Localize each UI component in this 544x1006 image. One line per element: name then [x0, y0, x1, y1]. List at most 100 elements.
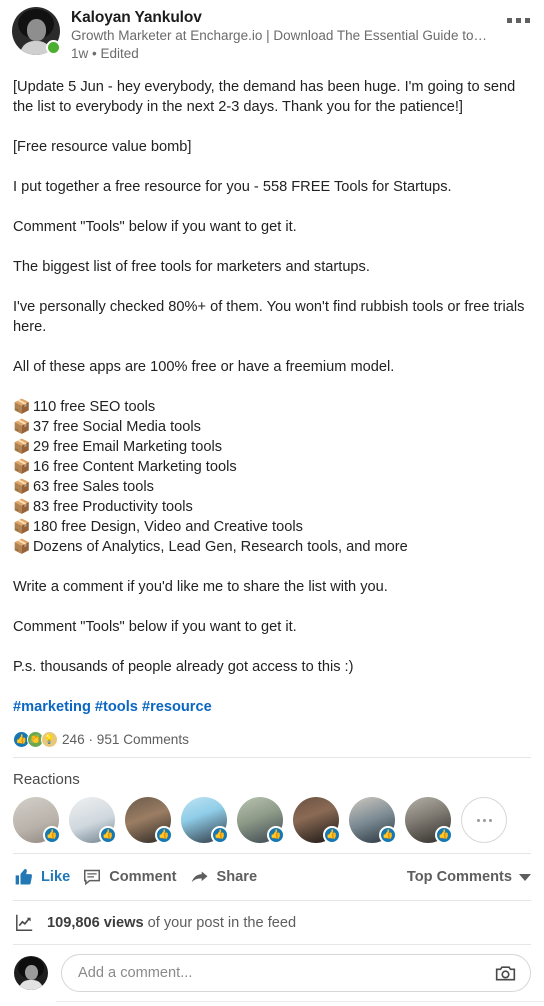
post-paragraph: I put together a free resource for you -…: [13, 179, 452, 195]
package-icon: 📦: [13, 439, 31, 455]
reactor-avatar[interactable]: 👍: [349, 797, 397, 844]
add-comment-row: Add a comment...: [0, 945, 544, 1001]
author-name[interactable]: Kaloyan Yankulov: [71, 8, 490, 27]
online-status-indicator: [46, 40, 61, 55]
author-avatar[interactable]: [12, 7, 61, 55]
like-badge-icon: 👍: [267, 826, 285, 844]
linkedin-post-card: Kaloyan Yankulov Growth Marketer at Ench…: [0, 0, 544, 1006]
list-item: 📦 16 free Content Marketing tools: [13, 457, 531, 477]
list-item-label: 29 free Email Marketing tools: [33, 439, 222, 455]
more-reactors-button[interactable]: [461, 797, 507, 843]
share-button[interactable]: Share: [185, 863, 266, 891]
list-item: 📦 180 free Design, Video and Creative to…: [13, 517, 531, 537]
post-paragraph: [Update 5 Jun - hey everybody, the deman…: [13, 79, 516, 115]
list-item-label: 83 free Productivity tools: [33, 499, 193, 515]
social-counts-bar: 👍 👏 💡 246 · 951 Comments: [0, 729, 544, 757]
list-item: 📦 37 free Social Media tools: [13, 417, 531, 437]
ellipsis-icon: [482, 818, 486, 822]
current-user-avatar[interactable]: [14, 956, 48, 990]
reaction-icon-group[interactable]: 👍 👏 💡: [13, 731, 58, 748]
post-paragraph: Write a comment if you'd like me to shar…: [13, 579, 388, 595]
reactor-avatar[interactable]: 👍: [125, 797, 173, 844]
camera-button[interactable]: [494, 962, 517, 985]
comment-input-wrapper[interactable]: Add a comment...: [61, 954, 531, 992]
like-badge-icon: 👍: [99, 826, 117, 844]
post-paragraph: All of these apps are 100% free or have …: [13, 359, 395, 375]
analytics-trend-icon: [16, 914, 33, 931]
share-arrow-icon: [191, 871, 207, 883]
ellipsis-icon: [488, 818, 492, 822]
views-count: 109,806 views: [47, 914, 144, 931]
comment-button-label: Comment: [109, 869, 177, 885]
like-badge-icon: 👍: [155, 826, 173, 844]
like-badge-icon: 👍: [435, 826, 453, 844]
tools-bullet-list: 📦 110 free SEO tools 📦 37 free Social Me…: [13, 397, 531, 557]
post-body: [Update 5 Jun - hey everybody, the deman…: [0, 67, 544, 729]
reactor-avatar[interactable]: 👍: [237, 797, 285, 844]
list-item: 📦 Dozens of Analytics, Lead Gen, Researc…: [13, 537, 531, 557]
post-timestamp: 1w • Edited: [71, 46, 139, 61]
like-badge-icon: 👍: [379, 826, 397, 844]
author-info: Kaloyan Yankulov Growth Marketer at Ench…: [71, 7, 532, 63]
post-paragraph: I've personally checked 80%+ of them. Yo…: [13, 299, 525, 335]
package-icon: 📦: [13, 519, 31, 535]
share-button-label: Share: [216, 869, 258, 885]
list-item-label: 180 free Design, Video and Creative tool…: [33, 519, 303, 535]
list-item-label: 16 free Content Marketing tools: [33, 459, 237, 475]
package-icon: 📦: [13, 459, 31, 475]
like-button[interactable]: Like: [10, 863, 78, 891]
post-hashtags[interactable]: #marketing #tools #resource: [13, 697, 531, 717]
list-item: 📦 83 free Productivity tools: [13, 497, 531, 517]
list-item: 📦 63 free Sales tools: [13, 477, 531, 497]
list-item-label: Dozens of Analytics, Lead Gen, Research …: [33, 539, 408, 555]
like-badge-icon: 👍: [43, 826, 61, 844]
camera-icon: [495, 965, 516, 981]
post-paragraph: [Free resource value bomb]: [13, 139, 192, 155]
views-suffix: of your post in the feed: [147, 914, 297, 931]
author-headline: Growth Marketer at Encharge.io | Downloa…: [71, 28, 490, 43]
list-item-label: 37 free Social Media tools: [33, 419, 201, 435]
post-paragraph: Comment "Tools" below if you want to get…: [13, 219, 297, 235]
reactor-avatar[interactable]: 👍: [293, 797, 341, 844]
list-item: 📦 29 free Email Marketing tools: [13, 437, 531, 457]
reactions-section: Reactions 👍 👍 👍 👍 👍 👍 👍 👍: [0, 758, 544, 853]
post-action-bar: Like Comment Share Top Comments: [0, 854, 544, 900]
chevron-down-icon: [519, 873, 531, 881]
ellipsis-icon: [524, 17, 530, 23]
reactor-avatar[interactable]: 👍: [405, 797, 453, 844]
like-badge-icon: 👍: [323, 826, 341, 844]
ellipsis-icon: [515, 17, 521, 23]
post-paragraph: P.s. thousands of people already got acc…: [13, 659, 354, 675]
reactor-avatar[interactable]: 👍: [69, 797, 117, 844]
comment-sort-dropdown[interactable]: Top Comments: [407, 869, 531, 885]
package-icon: 📦: [13, 479, 31, 495]
comment-input-placeholder[interactable]: Add a comment...: [78, 965, 494, 981]
post-more-options-button[interactable]: [501, 8, 535, 32]
reactor-avatar[interactable]: 👍: [181, 797, 229, 844]
insightful-reaction-icon: 💡: [41, 731, 58, 748]
comment-button[interactable]: Comment: [78, 863, 184, 891]
post-paragraph: Comment "Tools" below if you want to get…: [13, 619, 297, 635]
comment-bubble-icon: [84, 869, 101, 886]
ellipsis-icon: [506, 17, 512, 23]
package-icon: 📦: [13, 539, 31, 555]
like-button-label: Like: [41, 869, 71, 885]
divider: [56, 1001, 544, 1002]
reactor-avatar[interactable]: 👍: [13, 797, 61, 844]
ellipsis-icon: [476, 818, 480, 822]
list-item-label: 63 free Sales tools: [33, 479, 154, 495]
list-item: 📦 110 free SEO tools: [13, 397, 531, 417]
comment-sort-label: Top Comments: [406, 869, 512, 885]
post-header: Kaloyan Yankulov Growth Marketer at Ench…: [0, 0, 544, 67]
post-paragraph: The biggest list of free tools for marke…: [13, 259, 370, 275]
package-icon: 📦: [13, 499, 31, 515]
reactions-heading: Reactions: [13, 771, 80, 788]
thumbs-up-icon: [15, 868, 32, 885]
reaction-and-comment-counts[interactable]: 246 · 951 Comments: [62, 732, 189, 747]
package-icon: 📦: [13, 399, 31, 415]
list-item-label: 110 free SEO tools: [33, 399, 156, 415]
like-badge-icon: 👍: [211, 826, 229, 844]
package-icon: 📦: [13, 419, 31, 435]
reactor-avatar-row: 👍 👍 👍 👍 👍 👍 👍 👍: [13, 797, 531, 844]
post-views-row[interactable]: 109,806 views of your post in the feed: [0, 901, 544, 944]
